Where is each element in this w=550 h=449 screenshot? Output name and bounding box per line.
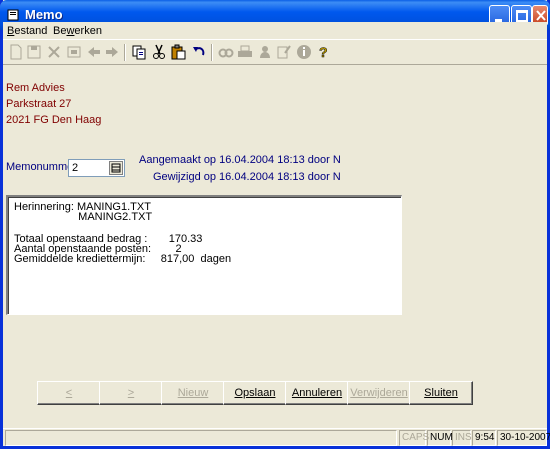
address-street: Parkstraat 27: [6, 98, 72, 110]
memo-line: MANING2.TXT: [14, 211, 153, 223]
menu-bewerken-rest: erken: [74, 25, 102, 37]
status-message-panel: [5, 430, 397, 446]
status-num: NUM: [427, 430, 453, 446]
app-icon: [7, 9, 19, 21]
memo-text-area[interactable]: Herinnering: MANING1.TXT MANING2.TXT Tot…: [6, 195, 402, 315]
prev-button[interactable]: <: [37, 381, 101, 405]
back-arrow-icon[interactable]: [86, 44, 102, 60]
svg-text:?: ?: [319, 44, 328, 60]
delete-button[interactable]: Verwijderen: [347, 381, 411, 405]
copy-icon[interactable]: [131, 44, 147, 60]
menu-bewerken-pre: Be: [53, 25, 67, 37]
status-ins: INS: [452, 430, 472, 446]
cancel-button-label: Annuleren: [291, 387, 343, 399]
next-button-label: >: [127, 387, 135, 399]
menu-bewerken[interactable]: Bewerken: [53, 25, 102, 37]
paste-icon[interactable]: [170, 44, 186, 60]
menu-bestand-rest: estand: [14, 25, 48, 37]
grid-icon: [111, 163, 121, 173]
memo-window: Memo Bestand Bewerken ? Rem Advies Parks…: [0, 0, 550, 449]
toolbar-separator: [124, 44, 126, 61]
status-date: 30-10-2007: [497, 430, 550, 446]
save-icon[interactable]: [26, 44, 42, 60]
memonummer-value: 2: [72, 162, 79, 174]
window-title: Memo: [25, 7, 63, 22]
toolbar-separator: [211, 44, 213, 61]
edit-icon[interactable]: [276, 44, 292, 60]
address-name: Rem Advies: [6, 82, 65, 94]
close-button[interactable]: Sluiten: [409, 381, 473, 405]
menu-bar: Bestand Bewerken: [3, 22, 547, 39]
save-button[interactable]: Opslaan: [223, 381, 287, 405]
help-icon[interactable]: ?: [315, 44, 331, 60]
button-bar: < > Nieuw Opslaan Annuleren Verwijderen …: [37, 381, 473, 407]
print-icon[interactable]: [237, 44, 253, 60]
delete-button-label: Verwijderen: [350, 387, 408, 399]
delete-icon[interactable]: [46, 44, 62, 60]
memonummer-lookup-button[interactable]: [109, 161, 123, 175]
status-time: 9:54: [472, 430, 496, 446]
memo-line: Gemiddelde krediettermijn: 817,00 dagen: [14, 253, 232, 265]
close-button-label: Sluiten: [424, 387, 458, 399]
stamp-icon[interactable]: [257, 44, 273, 60]
cancel-button[interactable]: Annuleren: [285, 381, 349, 405]
cut-icon[interactable]: [151, 44, 167, 60]
info-icon[interactable]: [296, 44, 312, 60]
address-city: 2021 FG Den Haag: [6, 114, 102, 126]
created-info: Aangemaakt op 16.04.2004 18:13 door N: [139, 154, 341, 166]
find-icon[interactable]: [218, 44, 234, 60]
status-bar: CAPS NUM INS 9:54 30-10-2007: [3, 428, 550, 446]
save-button-label: Opslaan: [234, 387, 276, 399]
memonummer-label: Memonummer: [6, 161, 77, 173]
menu-bestand[interactable]: Bestand: [7, 25, 47, 37]
forward-arrow-icon[interactable]: [104, 44, 120, 60]
print-preview-icon[interactable]: [66, 44, 82, 60]
new-button-label: Nieuw: [177, 387, 209, 399]
undo-icon[interactable]: [191, 44, 207, 60]
toolbar: ?: [3, 39, 547, 65]
memonummer-field[interactable]: 2: [68, 159, 125, 177]
prev-button-label: <: [65, 387, 73, 399]
next-button[interactable]: >: [99, 381, 163, 405]
new-icon[interactable]: [8, 44, 24, 60]
modified-info: Gewijzigd op 16.04.2004 18:13 door N: [153, 171, 341, 183]
status-caps: CAPS: [399, 430, 429, 446]
new-button[interactable]: Nieuw: [161, 381, 225, 405]
